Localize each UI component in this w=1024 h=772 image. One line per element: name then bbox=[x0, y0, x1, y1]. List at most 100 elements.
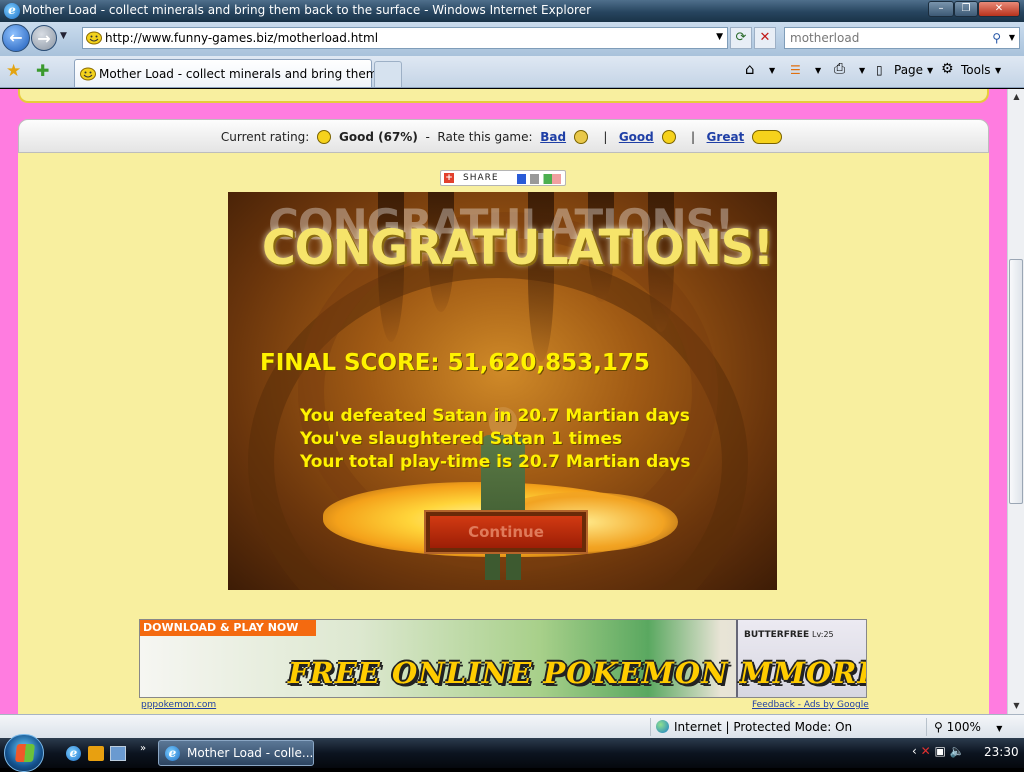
zoom-control[interactable]: ⚲ 100% ▼ bbox=[934, 720, 1002, 734]
ad-download-badge: DOWNLOAD & PLAY NOW bbox=[140, 620, 316, 636]
refresh-button[interactable]: ⟳ bbox=[730, 27, 752, 49]
start-button[interactable] bbox=[4, 734, 44, 772]
current-rating-label: Current rating: bbox=[220, 130, 310, 144]
stop-icon: ✕ bbox=[759, 30, 771, 45]
internet-globe-icon bbox=[656, 720, 669, 733]
tools-menu-button[interactable]: Tools bbox=[961, 63, 991, 77]
volume-icon[interactable]: 🔈 bbox=[950, 744, 965, 758]
stop-button[interactable]: ✕ bbox=[754, 27, 776, 49]
back-arrow-icon: ← bbox=[9, 28, 23, 47]
home-dropdown-icon[interactable]: ▼ bbox=[769, 66, 775, 75]
quicklaunch-more-icon[interactable]: » bbox=[140, 743, 156, 758]
share-label: SHARE bbox=[463, 173, 499, 183]
clock[interactable]: 23:30 bbox=[984, 745, 1019, 759]
rate-great-link[interactable]: Great bbox=[707, 130, 745, 144]
bad-smiley-icon[interactable] bbox=[573, 130, 588, 144]
great-smiley-icon[interactable] bbox=[752, 130, 783, 144]
ie-window: e Mother Load - collect minerals and bri… bbox=[0, 0, 1024, 772]
navigation-bar: ← → ▼ ▼ ⟳ ✕ ⚲ ▼ bbox=[0, 22, 1024, 56]
ad-source-link[interactable]: pppokemon.com bbox=[141, 700, 216, 710]
recent-pages-dropdown-icon[interactable]: ▼ bbox=[60, 31, 67, 41]
tab-label: Mother Load - collect minerals and bring… bbox=[99, 67, 401, 81]
ad-headline: FREE ONLINE POKEMON MMORPG! bbox=[288, 656, 867, 690]
rate-good-link[interactable]: Good bbox=[619, 130, 654, 144]
search-box[interactable]: ⚲ ▼ bbox=[784, 27, 1020, 49]
title-bar: e Mother Load - collect minerals and bri… bbox=[0, 0, 1024, 22]
refresh-icon: ⟳ bbox=[735, 30, 747, 45]
ad-pokemon-level: Lv:25 bbox=[812, 630, 834, 639]
quicklaunch-show-desktop-icon[interactable] bbox=[110, 746, 126, 761]
vertical-scrollbar[interactable]: ▲ ▼ bbox=[1007, 89, 1024, 714]
status-divider bbox=[926, 718, 927, 736]
address-input[interactable] bbox=[105, 30, 705, 46]
page-content: Current rating: Good (67%) - Rate this g… bbox=[0, 89, 1007, 714]
page-menu-icon: ▯ bbox=[876, 63, 883, 77]
page-dropdown-icon[interactable]: ▼ bbox=[927, 66, 933, 75]
final-score: FINAL SCORE: 51,620,853,175 bbox=[260, 350, 650, 376]
new-tab-button[interactable] bbox=[374, 61, 402, 87]
status-bar: Internet | Protected Mode: On ⚲ 100% ▼ bbox=[0, 714, 1024, 738]
rate-bad-link[interactable]: Bad bbox=[540, 130, 566, 144]
address-dropdown-icon[interactable]: ▼ bbox=[716, 32, 723, 42]
rating-separator: - bbox=[425, 130, 430, 144]
tray-expand-icon[interactable]: ‹ bbox=[912, 744, 917, 758]
tab-favicon-icon bbox=[80, 67, 96, 81]
rating-bar: Current rating: Good (67%) - Rate this g… bbox=[18, 119, 989, 153]
system-tray: ‹ ✕ ▣ 🔈 bbox=[912, 744, 965, 758]
feeds-dropdown-icon[interactable]: ▼ bbox=[815, 66, 821, 75]
back-button[interactable]: ← bbox=[2, 24, 30, 52]
header-strip bbox=[18, 89, 989, 103]
scroll-up-icon[interactable]: ▲ bbox=[1009, 89, 1024, 105]
forward-button[interactable]: → bbox=[31, 25, 57, 51]
current-rating-value: Good (67%) bbox=[339, 130, 418, 144]
scroll-down-icon[interactable]: ▼ bbox=[1009, 698, 1024, 714]
home-icon[interactable]: ⌂ bbox=[745, 60, 755, 78]
taskbar: e » e Mother Load - colle... ‹ ✕ ▣ 🔈 23:… bbox=[0, 734, 1024, 772]
stat-line: You defeated Satan in 20.7 Martian days bbox=[300, 406, 690, 426]
maximize-button[interactable]: ❐ bbox=[954, 1, 978, 17]
quicklaunch-media-player-icon[interactable] bbox=[88, 746, 104, 761]
network-error-icon[interactable]: ✕ bbox=[921, 744, 931, 758]
ad-banner[interactable]: DOWNLOAD & PLAY NOW BUTTERFREE Lv:25 FRE… bbox=[139, 619, 867, 698]
security-zone[interactable]: Internet | Protected Mode: On bbox=[656, 720, 852, 734]
stat-line: You've slaughtered Satan 1 times bbox=[300, 429, 623, 449]
rss-feed-icon[interactable]: ☰ bbox=[790, 63, 801, 77]
search-icon[interactable]: ⚲ bbox=[992, 31, 1001, 45]
ad-feedback-link[interactable]: Feedback - Ads by Google bbox=[752, 700, 869, 710]
print-dropdown-icon[interactable]: ▼ bbox=[859, 66, 865, 75]
rating-divider: | bbox=[603, 130, 608, 144]
status-divider bbox=[650, 718, 651, 736]
add-favorites-icon[interactable]: ✚ bbox=[36, 61, 49, 80]
quicklaunch-ie-icon[interactable]: e bbox=[66, 746, 81, 761]
close-button[interactable]: ✕ bbox=[978, 1, 1020, 17]
game-canvas[interactable]: CONGRATULATIONS! CONGRATULATIONS! FINAL … bbox=[228, 192, 777, 590]
tab-motherload[interactable]: Mother Load - collect minerals and bring… bbox=[74, 59, 400, 87]
site-favicon-icon bbox=[86, 31, 102, 45]
page-menu-button[interactable]: Page bbox=[894, 63, 923, 77]
favorites-star-icon[interactable]: ★ bbox=[6, 61, 21, 81]
scroll-thumb[interactable] bbox=[1009, 259, 1023, 504]
search-options-dropdown-icon[interactable]: ▼ bbox=[1009, 33, 1015, 42]
security-zone-label: Internet | Protected Mode: On bbox=[674, 720, 853, 734]
zoom-magnifier-icon: ⚲ bbox=[934, 720, 943, 734]
good-smiley-icon bbox=[317, 130, 332, 144]
address-bar[interactable]: ▼ bbox=[82, 27, 728, 49]
tab-bar: ★ ✚ Mother Load - collect minerals and b… bbox=[0, 56, 1024, 88]
forward-arrow-icon: → bbox=[37, 29, 51, 48]
congratulations-heading: CONGRATULATIONS! bbox=[262, 218, 774, 276]
good-thumbs-smiley-icon[interactable] bbox=[661, 130, 676, 144]
print-icon[interactable]: ⎙ bbox=[834, 61, 845, 77]
zoom-level: 100% bbox=[946, 720, 981, 734]
search-input[interactable] bbox=[790, 30, 990, 46]
tools-dropdown-icon[interactable]: ▼ bbox=[995, 66, 1001, 75]
taskbar-item-label: Mother Load - colle... bbox=[187, 746, 314, 760]
share-button[interactable]: + SHARE bbox=[440, 170, 566, 186]
game-panel: + SHARE CONGRATULATIONS! CONGRATULATIONS… bbox=[18, 153, 989, 714]
stat-line: Your total play-time is 20.7 Martian day… bbox=[300, 452, 691, 472]
zoom-dropdown-icon[interactable]: ▼ bbox=[996, 724, 1002, 733]
gear-icon: ⚙ bbox=[941, 61, 954, 77]
taskbar-item-ie[interactable]: e Mother Load - colle... bbox=[158, 740, 314, 766]
network-icon[interactable]: ▣ bbox=[935, 744, 946, 758]
minimize-button[interactable]: – bbox=[928, 1, 954, 17]
continue-button[interactable]: Continue bbox=[424, 510, 588, 554]
